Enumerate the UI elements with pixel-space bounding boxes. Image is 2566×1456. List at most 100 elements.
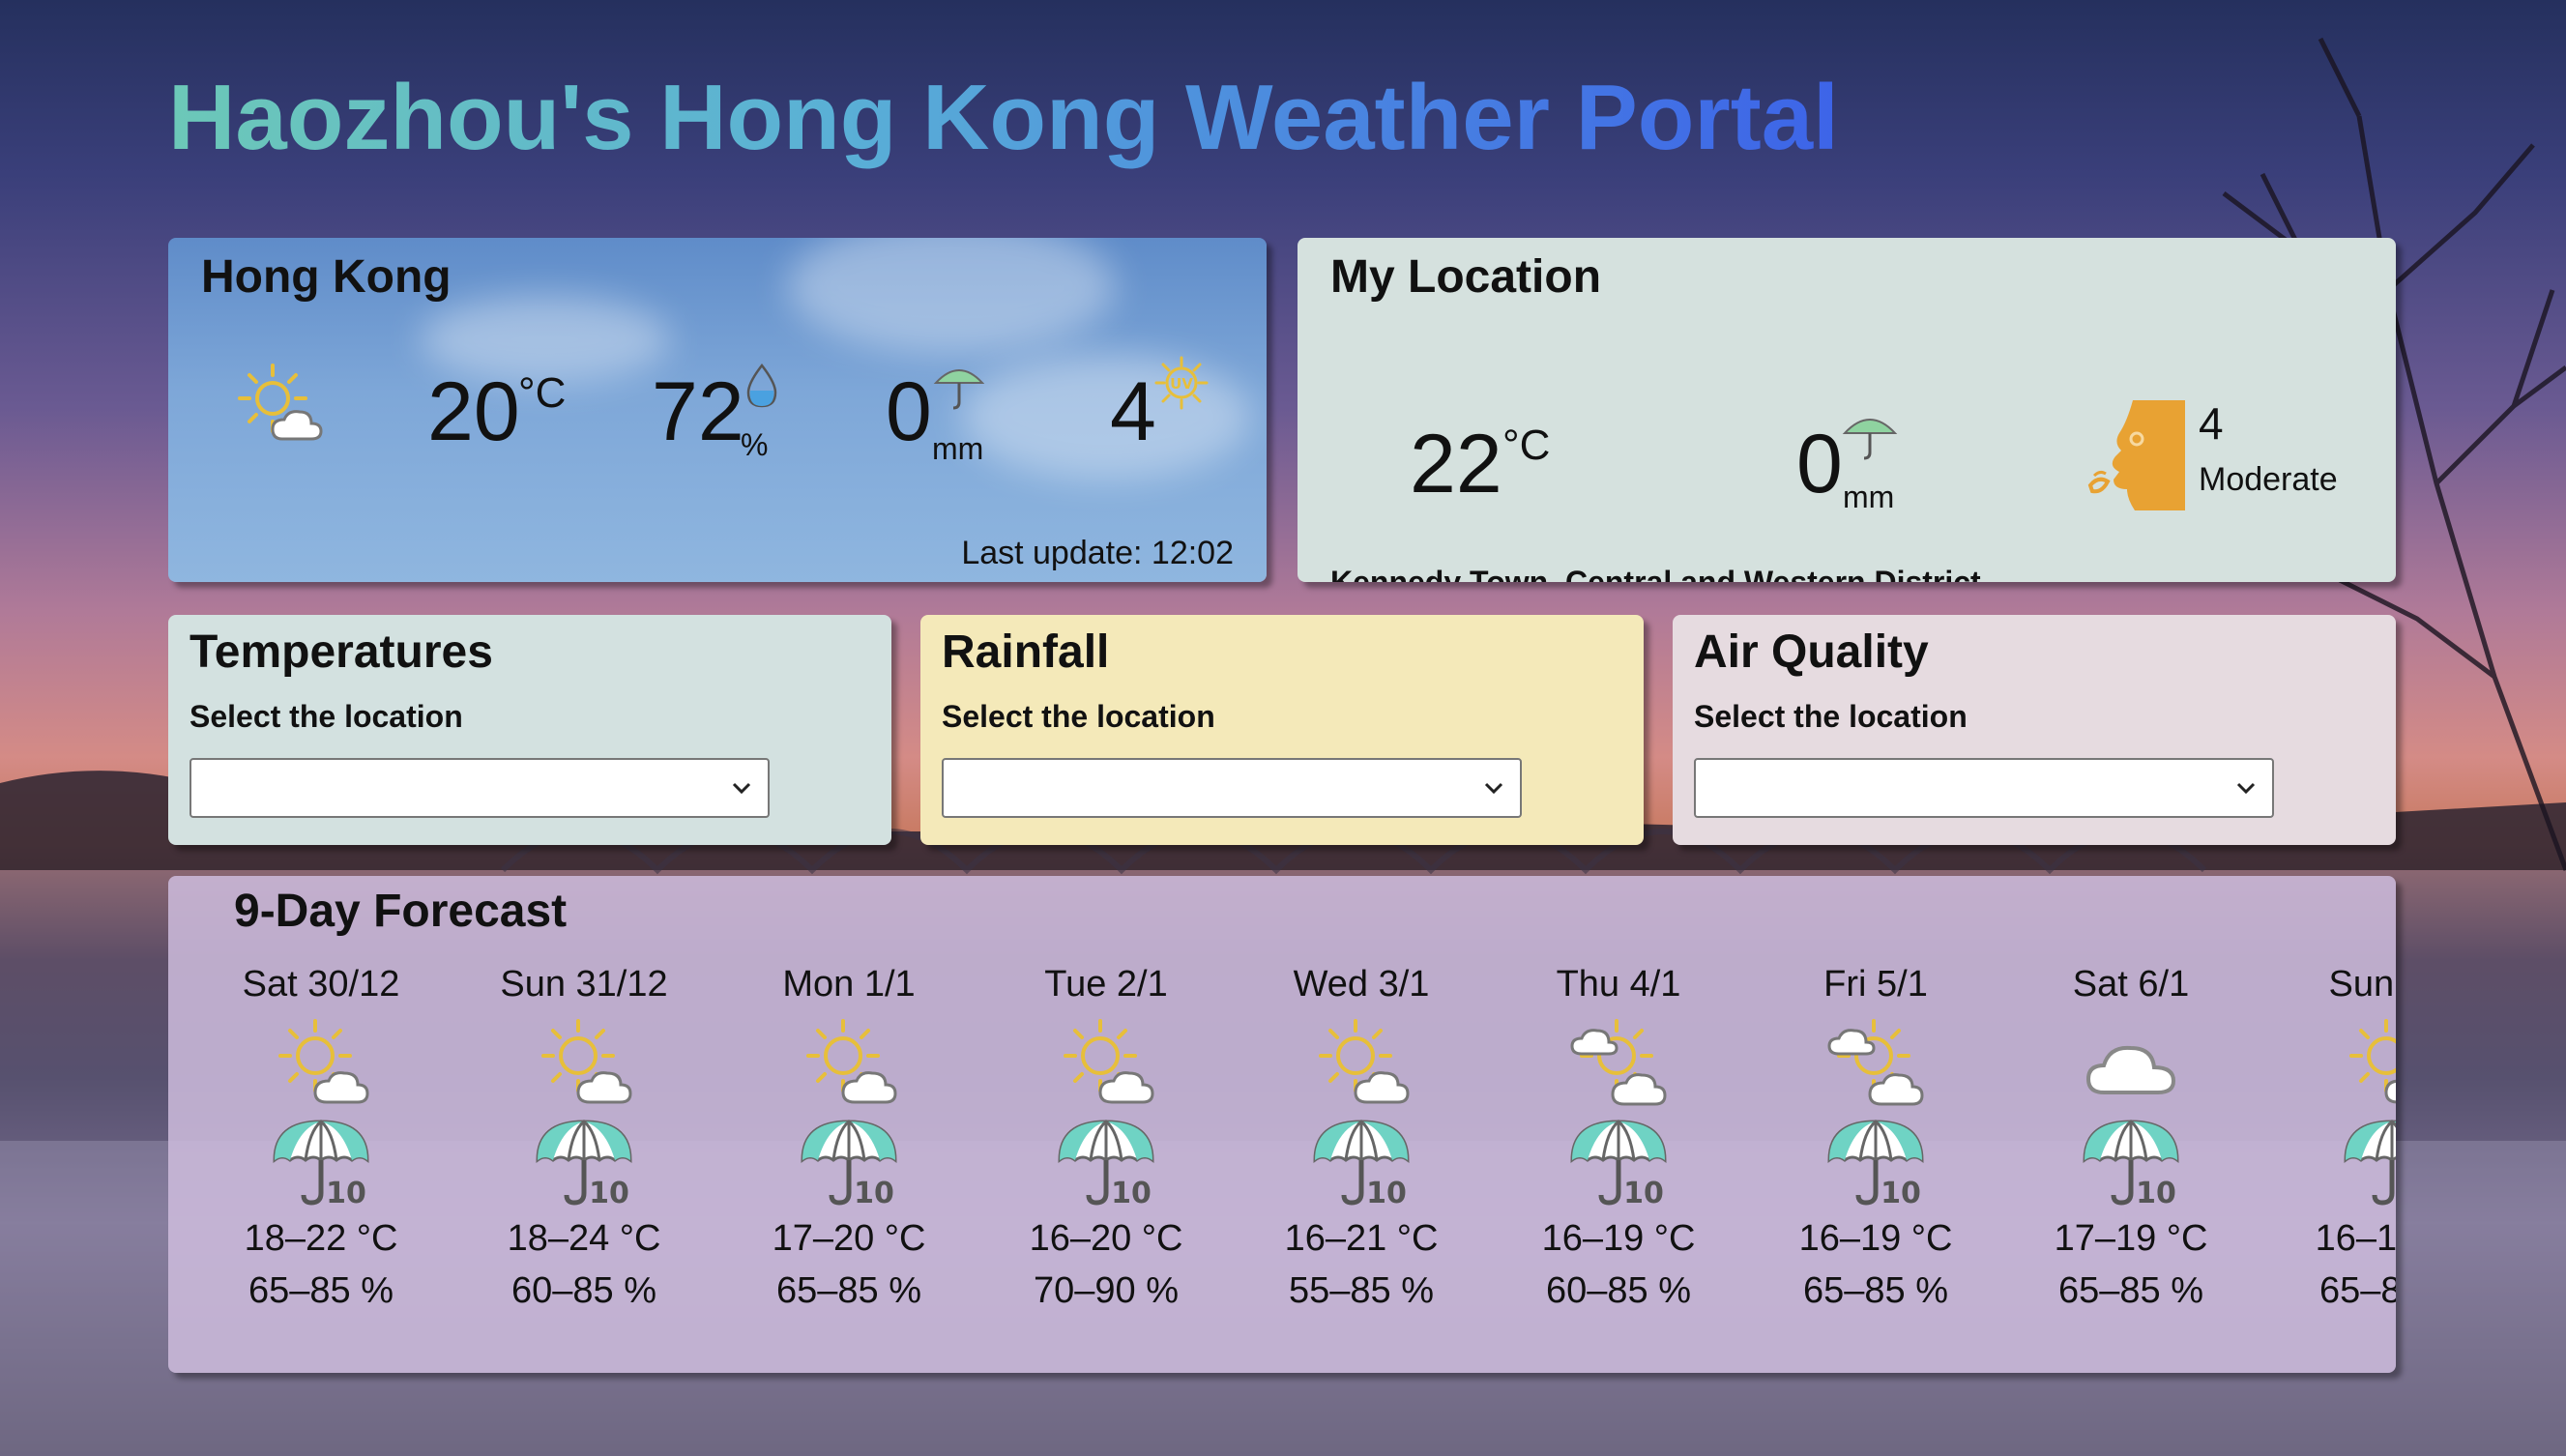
umbrella-rain-icon: 10: [1827, 1120, 1924, 1207]
forecast-day-name: Thu 4/1: [1556, 964, 1681, 1005]
rainfall-card: Rainfall Select the location: [920, 615, 1644, 845]
umbrella-icon: [933, 369, 985, 410]
rain-probability: 10: [589, 1177, 629, 1207]
sun-cloud-icon: [1064, 1019, 1154, 1104]
my-location-rainfall: 0: [1796, 418, 1843, 510]
forecast-humidity-range: 70–90 %: [1033, 1270, 1179, 1311]
rain-probability: 10: [2136, 1177, 2176, 1207]
temperatures-card: Temperatures Select the location: [168, 615, 891, 845]
forecast-temperature-range: 16–20 °C: [1029, 1218, 1183, 1259]
sun-cloud-icon: [238, 364, 323, 441]
umbrella-rain-icon: 10: [273, 1120, 369, 1207]
chevron-down-icon: [732, 782, 751, 795]
forecast-temperature-range: 16–19 °C: [2315, 1218, 2396, 1259]
forecast-temperature-range: 18–22 °C: [244, 1218, 398, 1259]
air-quality-heading: Air Quality: [1694, 626, 1929, 678]
chevron-down-icon: [1484, 782, 1503, 795]
rain-probability: 10: [1881, 1177, 1921, 1207]
forecast-temperature-range: 18–24 °C: [507, 1218, 661, 1259]
forecast-day-name: Tue 2/1: [1044, 964, 1168, 1005]
forecast-humidity-range: 65–85 %: [1802, 1270, 1948, 1311]
forecast-day: Mon 1/1 10 17–20 °C 65–85 %: [752, 961, 946, 1317]
umbrella-rain-icon: 10: [1570, 1120, 1667, 1207]
air-quality-card: Air Quality Select the location: [1673, 615, 2396, 845]
forecast-temperature-range: 17–19 °C: [2054, 1218, 2208, 1259]
forecast-day: Thu 4/1 10 16–19 °C 60–85 %: [1522, 961, 1715, 1317]
umbrella-icon: [1842, 419, 1898, 460]
forecast-day-name: Sat 6/1: [2072, 964, 2190, 1005]
hk-uv-index: 4: [1110, 365, 1156, 458]
sun-clouds-icon: [1570, 1019, 1667, 1106]
my-location-temperature: 22: [1410, 418, 1502, 510]
rain-probability: 10: [1623, 1177, 1664, 1207]
forecast-temperature-range: 16–19 °C: [1541, 1218, 1696, 1259]
sun-cloud-icon: [541, 1019, 632, 1104]
rainfall-select-label: Select the location: [942, 699, 1215, 734]
hk-humidity: 72: [652, 365, 744, 458]
forecast-humidity-range: 60–85 %: [510, 1270, 656, 1311]
sun-cloud-icon: [2349, 1019, 2396, 1104]
page-title: Haozhou's Hong Kong Weather Portal: [168, 60, 1839, 176]
temperatures-select-label: Select the location: [190, 699, 463, 734]
forecast-day: Sat 30/12 10 18–22 °C 65–85 %: [224, 961, 418, 1317]
forecast-day-name: Mon 1/1: [782, 964, 916, 1005]
rain-probability: 10: [1366, 1177, 1407, 1207]
sky-cloud: [787, 238, 1116, 354]
forecast-day: Sat 6/1 10 17–19 °C 65–85 %: [2034, 961, 2228, 1317]
my-location-district: Kennedy Town, Central and Western Distri…: [1330, 565, 1981, 582]
hong-kong-heading: Hong Kong: [201, 251, 452, 303]
hong-kong-card: Hong Kong 20 °C 72 % 0 mm 4 UV Last upda…: [168, 238, 1267, 582]
forecast-card: 9-Day Forecast Sat 30/12 10 18–22 °C 65–85 …: [168, 876, 2396, 1373]
forecast-humidity-range: 65–85 %: [775, 1270, 921, 1311]
sun-cloud-icon: [1319, 1019, 1410, 1104]
forecast-day: Wed 3/1 10 16–21 °C 55–85 %: [1265, 961, 1458, 1317]
forecast-temperature-range: 16–19 °C: [1798, 1218, 1953, 1259]
sun-cloud-icon: [806, 1019, 897, 1104]
humidity-drop-icon: [746, 363, 777, 408]
cloud-icon: [2085, 1045, 2176, 1094]
rain-probability: 10: [326, 1177, 366, 1207]
umbrella-rain-icon: 10: [2344, 1120, 2396, 1206]
rain-probability: 10: [1111, 1177, 1152, 1207]
sun-clouds-icon: [1827, 1019, 1924, 1106]
forecast-humidity-range: 55–85 %: [1288, 1270, 1434, 1311]
umbrella-rain-icon: 10: [801, 1120, 897, 1207]
sun-cloud-icon: [278, 1019, 369, 1104]
forecast-day-name: Fri 5/1: [1823, 964, 1928, 1005]
forecast-day-name: Sat 30/12: [242, 964, 400, 1005]
temperatures-heading: Temperatures: [190, 626, 493, 678]
temperatures-location-select[interactable]: [190, 758, 770, 818]
umbrella-rain-icon: 10: [1058, 1120, 1154, 1207]
my-location-temperature-unit: °C: [1502, 422, 1551, 469]
forecast-humidity-range: 65–85 %: [248, 1270, 394, 1311]
forecast-day-name: Sun 31/12: [500, 964, 668, 1005]
my-location-heading: My Location: [1330, 251, 1602, 303]
air-quality-select-label: Select the location: [1694, 699, 1968, 734]
my-location-rainfall-unit: mm: [1843, 480, 1895, 514]
last-update-text: Last update: 12:02: [961, 535, 1234, 571]
hk-temperature: 20: [427, 365, 520, 458]
hk-rainfall: 0: [886, 365, 932, 458]
uv-label: UV: [1170, 375, 1193, 393]
forecast-humidity-range: 65–85 %: [2318, 1270, 2396, 1311]
aqhi-face-icon: [2087, 400, 2185, 510]
forecast-day: Tue 2/1 10 16–20 °C 70–90 %: [1009, 961, 1203, 1317]
my-location-card: My Location Kennedy Town, Central and We…: [1298, 238, 2396, 582]
hk-temperature-unit: °C: [518, 369, 567, 417]
hk-rainfall-unit: mm: [932, 431, 984, 466]
air-quality-location-select[interactable]: [1694, 758, 2274, 818]
rain-probability: 10: [854, 1177, 894, 1207]
rainfall-heading: Rainfall: [942, 626, 1110, 678]
umbrella-rain-icon: 10: [2083, 1120, 2179, 1207]
forecast-day: Sun 7/1 10 16–19 °C 65–85 %: [2295, 961, 2396, 1317]
aqhi-value: 4: [2199, 398, 2224, 449]
rainfall-location-select[interactable]: [942, 758, 1522, 818]
uv-sun-icon: UV: [1154, 356, 1209, 410]
forecast-humidity-range: 60–85 %: [1545, 1270, 1691, 1311]
umbrella-rain-icon: 10: [536, 1120, 632, 1207]
forecast-day: Sun 31/12 10 18–24 °C 60–85 %: [487, 961, 681, 1317]
forecast-temperature-range: 16–21 °C: [1284, 1218, 1439, 1259]
chevron-down-icon: [2236, 782, 2256, 795]
forecast-day: Fri 5/1 10 16–19 °C 65–85 %: [1779, 961, 1972, 1317]
hk-humidity-unit: %: [741, 427, 769, 462]
